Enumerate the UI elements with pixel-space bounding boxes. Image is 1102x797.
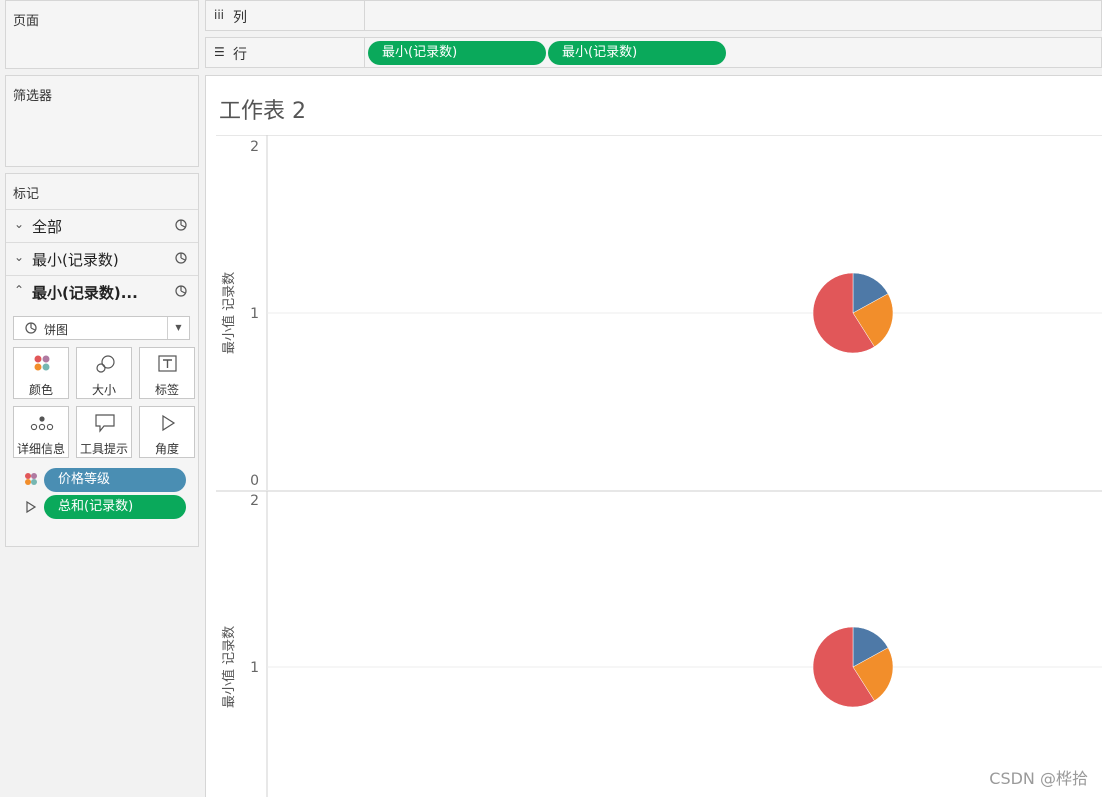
pie-chart-icon — [25, 322, 37, 334]
color-icon — [34, 355, 50, 371]
angle-icon — [26, 500, 37, 514]
y-tick-label: 0 — [250, 473, 259, 489]
dropdown-arrow-icon[interactable]: ▼ — [167, 317, 189, 339]
tooltip-icon — [95, 414, 115, 433]
tooltip-button[interactable]: 工具提示 — [76, 406, 132, 458]
pages-title: 页面 — [13, 14, 40, 29]
angle-button[interactable]: 角度 — [139, 406, 195, 458]
y-tick-label: 1 — [250, 306, 259, 322]
chart-area: 2 1 0 最小值 记录数 2 1 最小值 记录数 — [216, 135, 1102, 797]
rows-pill-min-records-2[interactable]: 最小(记录数) — [548, 41, 726, 65]
marks-row-all[interactable]: ⌄ 全部 — [6, 209, 198, 241]
chevron-up-icon: ⌃ — [14, 283, 25, 297]
tile-label: 颜色 — [28, 383, 53, 397]
size-button[interactable]: 大小 — [76, 347, 132, 399]
columns-shelf-label: iii 列 — [206, 1, 365, 30]
rows-shelf-label: ☰ 行 — [206, 38, 365, 67]
angle-icon — [162, 414, 176, 432]
tile-label: 详细信息 — [16, 442, 65, 456]
tile-label: 工具提示 — [79, 442, 128, 456]
y-axis-title: 最小值 记录数 — [221, 626, 237, 708]
label-icon — [158, 355, 177, 372]
detail-icon — [30, 416, 54, 431]
filters-card[interactable]: 筛选器 — [5, 75, 199, 167]
columns-icon: iii — [214, 8, 225, 22]
pie-chart-icon — [175, 252, 187, 264]
rows-icon: ☰ — [214, 45, 225, 59]
rows-label: 行 — [233, 47, 247, 63]
tile-label: 标签 — [154, 383, 179, 397]
rows-shelf[interactable]: ☰ 行 最小(记录数) 最小(记录数) — [205, 37, 1102, 68]
y-tick-label: 2 — [250, 493, 259, 509]
watermark: CSDN @桦拾 — [989, 769, 1088, 788]
field-pill-price-level[interactable]: 价格等级 — [44, 468, 186, 492]
filters-title: 筛选器 — [13, 89, 53, 104]
marks-card: 标记 ⌄ 全部 ⌄ 最小(记录数) ⌃ 最小(记录数)... 饼图 ▼ 颜色 大… — [5, 173, 199, 547]
worksheet-view: 工作表 2 2 1 0 最小值 记录数 2 1 最小值 记录数 — [205, 75, 1102, 797]
color-icon — [25, 473, 37, 485]
columns-label: 列 — [233, 10, 247, 26]
marks-title: 标记 — [13, 187, 40, 202]
chevron-down-icon: ⌄ — [14, 250, 25, 264]
label-button[interactable]: 标签 — [139, 347, 195, 399]
marks-row-label: 最小(记录数) — [32, 251, 119, 269]
pie-chart-icon — [175, 219, 187, 231]
marks-row-min-records-2[interactable]: ⌃ 最小(记录数)... — [6, 275, 198, 307]
marks-row-label: 最小(记录数)... — [32, 284, 138, 302]
size-icon — [96, 355, 115, 373]
mark-type-select[interactable]: 饼图 ▼ — [13, 316, 190, 340]
color-button[interactable]: 颜色 — [13, 347, 69, 399]
pie-chart-icon — [175, 285, 187, 297]
y-tick-label: 2 — [250, 139, 259, 155]
tile-label: 角度 — [154, 442, 179, 456]
chevron-down-icon: ⌄ — [14, 217, 25, 231]
tile-label: 大小 — [91, 383, 116, 397]
detail-button[interactable]: 详细信息 — [13, 406, 69, 458]
pages-card[interactable]: 页面 — [5, 0, 199, 69]
marks-row-min-records-1[interactable]: ⌄ 最小(记录数) — [6, 242, 198, 274]
sheet-title[interactable]: 工作表 2 — [219, 93, 306, 125]
field-pill-sum-records[interactable]: 总和(记录数) — [44, 495, 186, 519]
y-tick-label: 1 — [250, 660, 259, 676]
mark-type-value: 饼图 — [44, 323, 69, 337]
rows-pill-min-records-1[interactable]: 最小(记录数) — [368, 41, 546, 65]
columns-shelf[interactable]: iii 列 — [205, 0, 1102, 31]
marks-row-label: 全部 — [32, 218, 63, 236]
y-axis-title: 最小值 记录数 — [221, 272, 237, 354]
